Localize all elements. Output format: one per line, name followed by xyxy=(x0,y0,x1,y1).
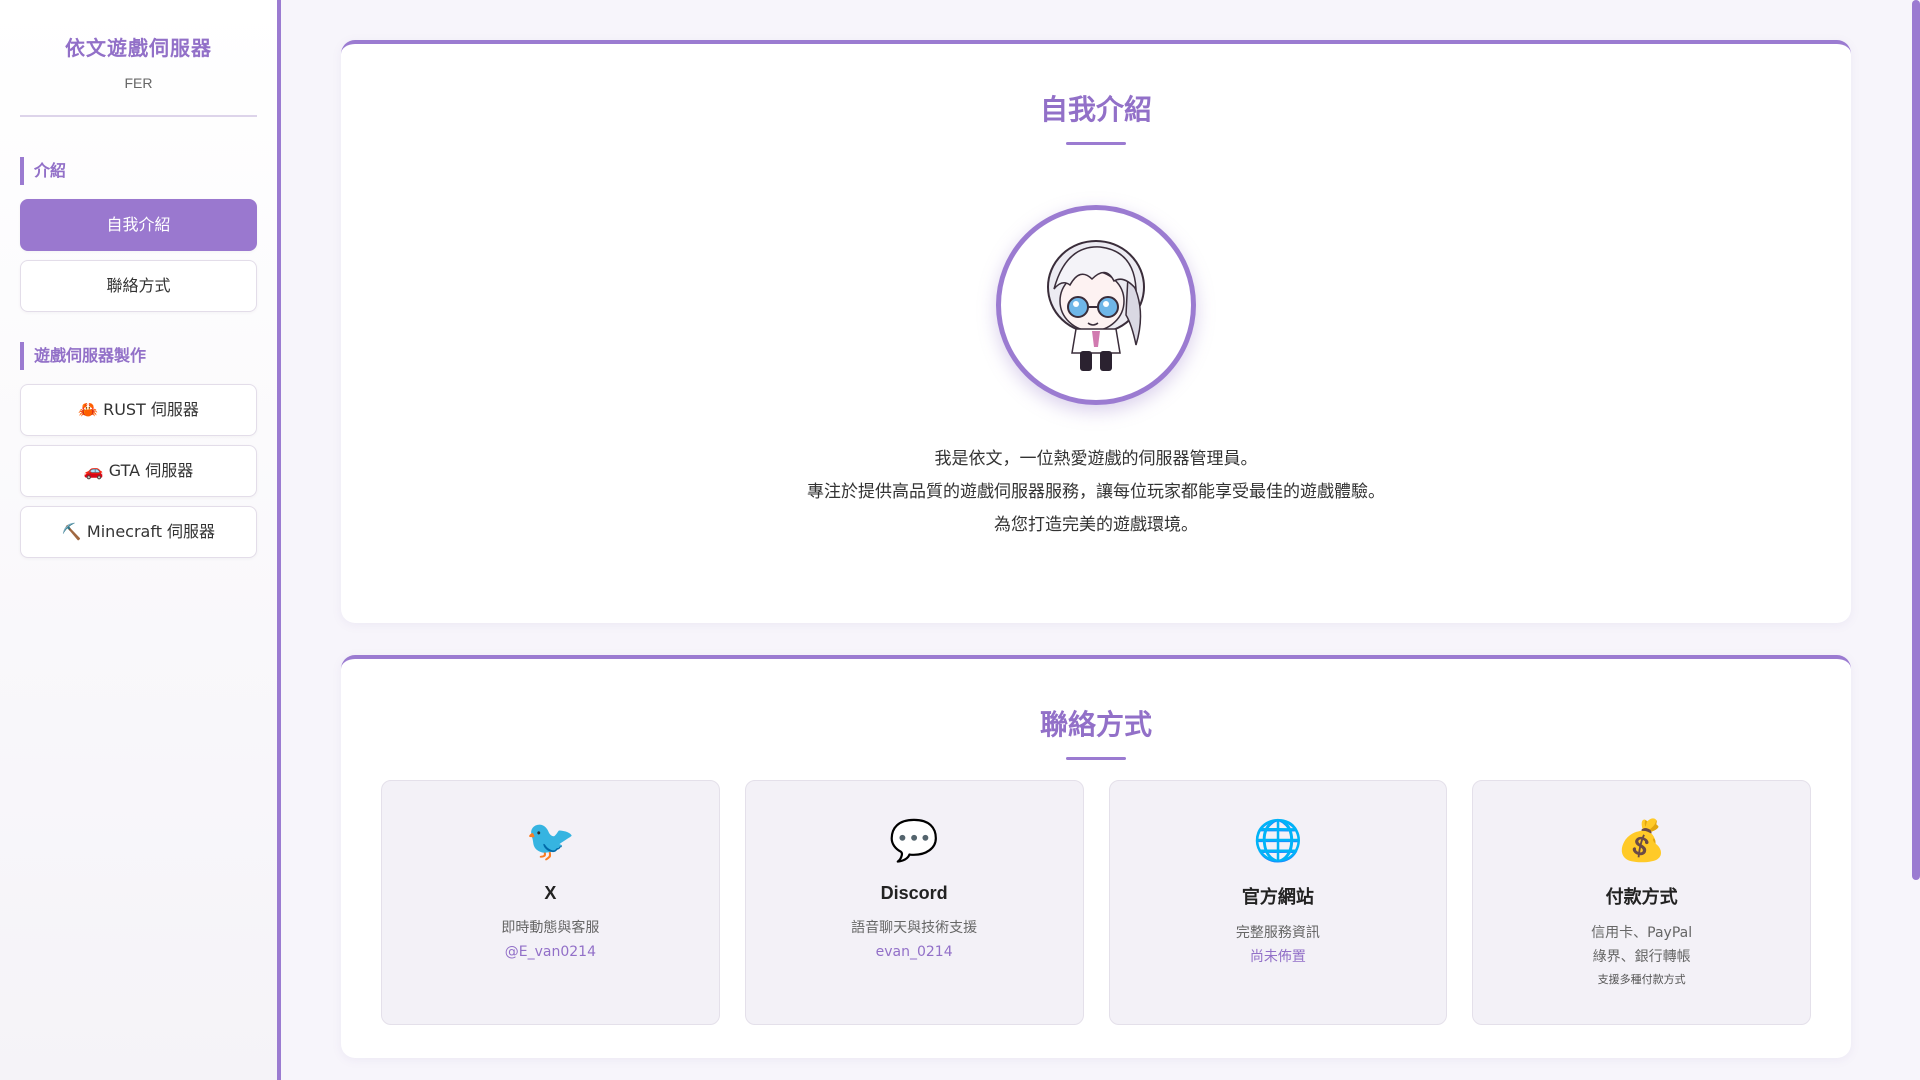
contact-name: 官方網站 xyxy=(1241,887,1314,907)
contact-name: 付款方式 xyxy=(1605,887,1678,907)
contact-name: Discord xyxy=(880,883,948,903)
nav-item-minecraft[interactable]: ⛏️ Minecraft 伺服器 xyxy=(20,506,257,558)
title-underline xyxy=(1066,142,1126,145)
nav-item-contact[interactable]: 聯絡方式 xyxy=(20,260,257,312)
contact-link[interactable]: 尚未佈置 xyxy=(1110,945,1447,969)
intro-line: 為您打造完美的遊戲環境。 xyxy=(994,515,1198,535)
speech-bubble-icon: 💬 xyxy=(889,818,940,864)
divider xyxy=(20,115,257,117)
contact-item-website[interactable]: 🌐 官方網站 完整服務資訊 尚未佈置 xyxy=(1108,780,1448,1025)
scrollbar[interactable] xyxy=(1912,0,1920,880)
contact-item-x[interactable]: 🐦 X 即時動態與客服 @E_van0214 xyxy=(381,780,720,1025)
main-content: 自我介紹 我是依文，一位熱愛遊戲的伺服器管理員。 專注於提供高品質的遊戲伺服器服… xyxy=(341,40,1851,1058)
nav-item-rust[interactable]: 🦀 RUST 伺服器 xyxy=(20,384,257,436)
sidebar: 依文遊戲伺服器 FER 介紹 自我介紹 聯絡方式 遊戲伺服器製作 🦀 RUST … xyxy=(0,0,281,1080)
brand-title[interactable]: 依文遊戲伺服器 xyxy=(20,32,257,61)
contact-link[interactable]: @E_van0214 xyxy=(382,940,719,964)
payment-note: 支援多種付款方式 xyxy=(1597,973,1686,986)
title-underline xyxy=(1066,757,1126,760)
contact-title: 聯絡方式 xyxy=(1039,708,1152,741)
nav-item-self-intro[interactable]: 自我介紹 xyxy=(20,199,257,251)
contact-desc: 語音聊天與技術支援 xyxy=(851,920,978,936)
contact-list: 🐦 X 即時動態與客服 @E_van0214 💬 Discord 語音聊天與技術… xyxy=(341,780,1851,1025)
section-label-servers: 遊戲伺服器製作 xyxy=(20,342,257,370)
contact-item-payment[interactable]: 💰 付款方式 信用卡、PayPal 綠界、銀行轉帳 支援多種付款方式 xyxy=(1472,780,1811,1025)
contact-item-discord[interactable]: 💬 Discord 語音聊天與技術支援 evan_0214 xyxy=(744,780,1084,1025)
intro-line: 專注於提供高品質的遊戲伺服器服務，讓每位玩家都能享受最佳的遊戲體驗。 xyxy=(807,482,1385,502)
contact-desc: 完整服務資訊 xyxy=(1235,925,1320,941)
contact-desc: 即時動態與客服 xyxy=(501,920,600,936)
avatar xyxy=(996,205,1196,405)
nav-item-gta[interactable]: 🚗 GTA 伺服器 xyxy=(20,445,257,497)
intro-card: 自我介紹 我是依文，一位熱愛遊戲的伺服器管理員。 專注於提供高品質的遊戲伺服器服… xyxy=(341,40,1851,623)
intro-text: 我是依文，一位熱愛遊戲的伺服器管理員。 專注於提供高品質的遊戲伺服器服務，讓每位… xyxy=(341,443,1851,542)
section-label-intro: 介紹 xyxy=(20,157,257,185)
contact-card: 聯絡方式 🐦 X 即時動態與客服 @E_van0214 💬 Discord 語音… xyxy=(341,655,1851,1058)
brand: 依文遊戲伺服器 FER xyxy=(20,0,257,91)
contact-link[interactable]: evan_0214 xyxy=(746,940,1083,964)
globe-icon: 🌐 xyxy=(1252,818,1303,864)
contact-name: X xyxy=(544,883,557,903)
bird-icon: 🐦 xyxy=(525,818,576,864)
payment-methods-line: 綠界、銀行轉帳 xyxy=(1592,949,1691,965)
contact-desc: 信用卡、PayPal 綠界、銀行轉帳 xyxy=(1473,921,1810,969)
payment-methods-line: 信用卡、PayPal xyxy=(1591,925,1693,941)
money-bag-icon: 💰 xyxy=(1616,818,1667,864)
intro-line: 我是依文，一位熱愛遊戲的伺服器管理員。 xyxy=(934,449,1258,469)
chibi-character-icon xyxy=(1047,240,1145,371)
intro-title: 自我介紹 xyxy=(1039,93,1152,126)
brand-subtitle: FER xyxy=(124,75,153,91)
